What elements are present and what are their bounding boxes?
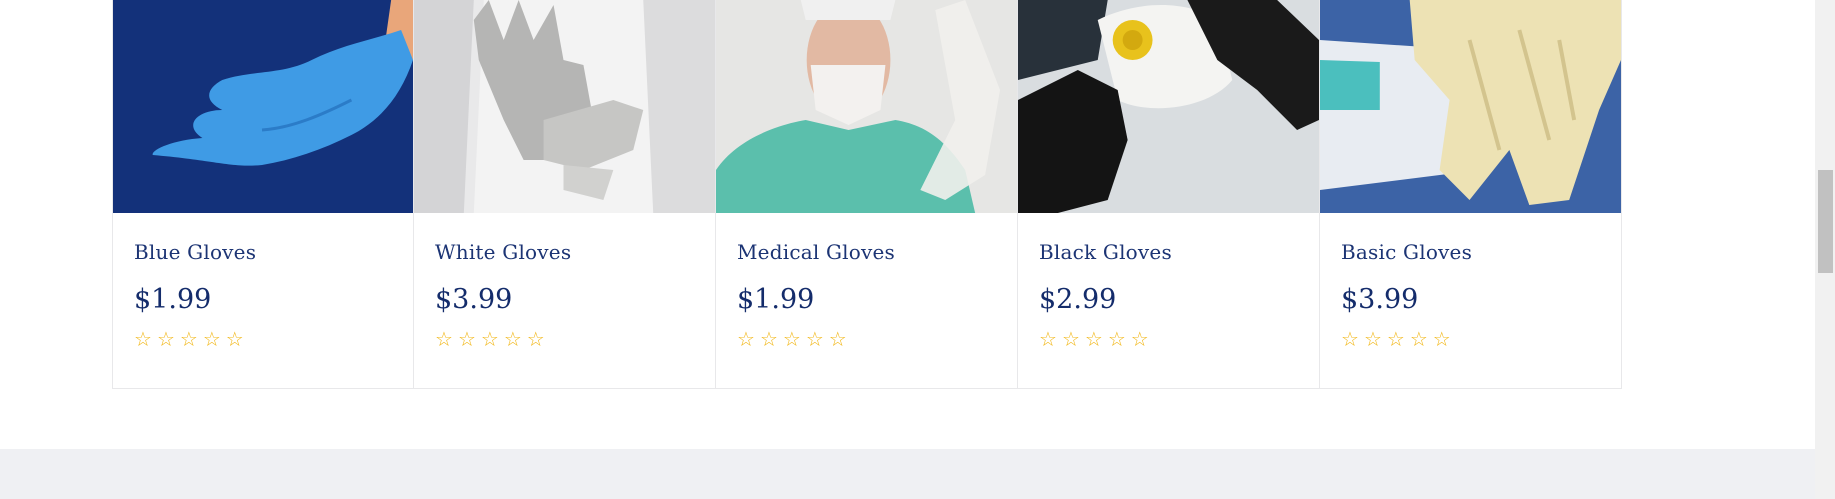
black-glove-image xyxy=(1018,0,1319,213)
star-icon: ☆ xyxy=(1107,327,1126,351)
product-name[interactable]: Blue Gloves xyxy=(134,239,393,265)
basic-glove-image xyxy=(1320,0,1621,213)
star-icon: ☆ xyxy=(805,327,824,351)
rating-stars: ☆ ☆ ☆ ☆ ☆ xyxy=(134,328,393,350)
product-card[interactable]: Medical Gloves $1.99 ☆ ☆ ☆ ☆ ☆ xyxy=(716,0,1018,389)
product-name[interactable]: White Gloves xyxy=(435,239,695,265)
product-name[interactable]: Basic Gloves xyxy=(1341,239,1601,265)
product-image[interactable] xyxy=(1018,0,1319,213)
blue-glove-image xyxy=(113,0,413,213)
footer-section xyxy=(0,449,1815,499)
star-icon: ☆ xyxy=(503,327,522,351)
star-icon: ☆ xyxy=(480,327,499,351)
product-image[interactable] xyxy=(414,0,715,213)
star-icon: ☆ xyxy=(526,327,545,351)
star-icon: ☆ xyxy=(1039,327,1057,351)
product-image[interactable] xyxy=(1320,0,1621,213)
product-price: $3.99 xyxy=(435,284,513,315)
star-icon: ☆ xyxy=(179,327,198,351)
rating-stars: ☆ ☆ ☆ ☆ ☆ xyxy=(1341,328,1601,350)
star-icon: ☆ xyxy=(782,327,801,351)
product-price: $1.99 xyxy=(134,284,212,315)
star-icon: ☆ xyxy=(1084,327,1103,351)
star-icon: ☆ xyxy=(202,327,221,351)
product-name[interactable]: Black Gloves xyxy=(1039,239,1299,265)
star-icon: ☆ xyxy=(1363,327,1382,351)
product-image[interactable] xyxy=(113,0,413,213)
medical-glove-image xyxy=(716,0,1017,213)
product-card[interactable]: White Gloves $3.99 ☆ ☆ ☆ ☆ ☆ xyxy=(414,0,716,389)
star-icon: ☆ xyxy=(759,327,778,351)
star-icon: ☆ xyxy=(457,327,476,351)
rating-stars: ☆ ☆ ☆ ☆ ☆ xyxy=(435,328,695,350)
product-price: $1.99 xyxy=(737,284,815,315)
star-icon: ☆ xyxy=(737,327,755,351)
star-icon: ☆ xyxy=(225,327,244,351)
star-icon: ☆ xyxy=(134,327,152,351)
scrollbar-thumb[interactable] xyxy=(1818,170,1833,273)
product-price: $2.99 xyxy=(1039,284,1117,315)
rating-stars: ☆ ☆ ☆ ☆ ☆ xyxy=(1039,328,1299,350)
star-icon: ☆ xyxy=(1386,327,1405,351)
star-icon: ☆ xyxy=(1130,327,1149,351)
product-card[interactable]: Blue Gloves $1.99 ☆ ☆ ☆ ☆ ☆ xyxy=(112,0,414,389)
vertical-scrollbar[interactable] xyxy=(1815,0,1835,499)
product-image[interactable] xyxy=(716,0,1017,213)
star-icon: ☆ xyxy=(1432,327,1451,351)
product-grid: Blue Gloves $1.99 ☆ ☆ ☆ ☆ ☆ White Gloves… xyxy=(112,0,1622,389)
page-content: Blue Gloves $1.99 ☆ ☆ ☆ ☆ ☆ White Gloves… xyxy=(0,0,1815,499)
star-icon: ☆ xyxy=(828,327,847,351)
product-card[interactable]: Basic Gloves $3.99 ☆ ☆ ☆ ☆ ☆ xyxy=(1320,0,1622,389)
star-icon: ☆ xyxy=(156,327,175,351)
star-icon: ☆ xyxy=(1061,327,1080,351)
product-name[interactable]: Medical Gloves xyxy=(737,239,997,265)
rating-stars: ☆ ☆ ☆ ☆ ☆ xyxy=(737,328,997,350)
star-icon: ☆ xyxy=(1341,327,1359,351)
product-price: $3.99 xyxy=(1341,284,1419,315)
product-card[interactable]: Black Gloves $2.99 ☆ ☆ ☆ ☆ ☆ xyxy=(1018,0,1320,389)
white-glove-image xyxy=(414,0,715,213)
star-icon: ☆ xyxy=(1409,327,1428,351)
star-icon: ☆ xyxy=(435,327,453,351)
